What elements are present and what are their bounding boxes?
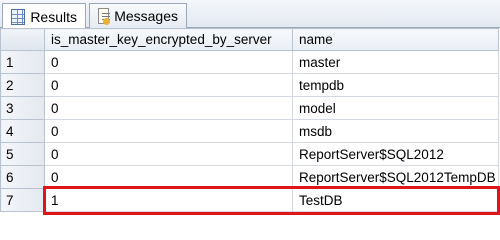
table-row[interactable]: 5 0 ReportServer$SQL2012 <box>0 142 499 166</box>
cell-is-master-key-encrypted[interactable]: 1 <box>44 188 293 212</box>
cell-is-master-key-encrypted[interactable]: 0 <box>44 73 293 97</box>
cell-is-master-key-encrypted[interactable]: 0 <box>44 50 293 74</box>
cell-is-master-key-encrypted[interactable]: 0 <box>44 119 293 143</box>
tab-results-label: Results <box>30 8 77 25</box>
messages-icon <box>98 8 111 25</box>
results-grid: is_master_key_encrypted_by_server name 1… <box>0 28 500 215</box>
row-number[interactable]: 5 <box>0 142 45 166</box>
row-number[interactable]: 6 <box>0 165 45 189</box>
cell-is-master-key-encrypted[interactable]: 0 <box>44 96 293 120</box>
row-number[interactable]: 2 <box>0 73 45 97</box>
cell-name[interactable]: tempdb <box>292 73 499 97</box>
tab-messages-label: Messages <box>114 8 178 24</box>
results-table: is_master_key_encrypted_by_server name 1… <box>0 28 499 212</box>
cell-name[interactable]: TestDB <box>292 188 499 212</box>
row-number[interactable]: 4 <box>0 119 45 143</box>
cell-name[interactable]: ReportServer$SQL2012 <box>292 142 499 166</box>
table-row[interactable]: 7 1 TestDB <box>0 188 499 212</box>
table-row[interactable]: 3 0 model <box>0 96 499 120</box>
results-grid-icon <box>11 8 26 25</box>
tab-results[interactable]: Results <box>2 3 86 29</box>
row-number[interactable]: 3 <box>0 96 45 120</box>
table-row[interactable]: 4 0 msdb <box>0 119 499 143</box>
table-row[interactable]: 2 0 tempdb <box>0 73 499 97</box>
cell-is-master-key-encrypted[interactable]: 0 <box>44 165 293 189</box>
row-number[interactable]: 7 <box>0 188 45 212</box>
cell-is-master-key-encrypted[interactable]: 0 <box>44 142 293 166</box>
column-header-is-master-key-encrypted[interactable]: is_master_key_encrypted_by_server <box>44 28 293 51</box>
select-all-corner[interactable] <box>0 28 45 51</box>
column-header-name[interactable]: name <box>292 28 499 51</box>
table-row[interactable]: 1 0 master <box>0 50 499 74</box>
cell-name[interactable]: msdb <box>292 119 499 143</box>
tab-messages[interactable]: Messages <box>89 3 187 28</box>
cell-name[interactable]: model <box>292 96 499 120</box>
table-row[interactable]: 6 0 ReportServer$SQL2012TempDB <box>0 165 499 189</box>
cell-name[interactable]: ReportServer$SQL2012TempDB <box>292 165 499 189</box>
cell-name[interactable]: master <box>292 50 499 74</box>
results-tab-bar: Results Messages <box>0 0 500 29</box>
header-row: is_master_key_encrypted_by_server name <box>0 28 499 51</box>
row-number[interactable]: 1 <box>0 50 45 74</box>
